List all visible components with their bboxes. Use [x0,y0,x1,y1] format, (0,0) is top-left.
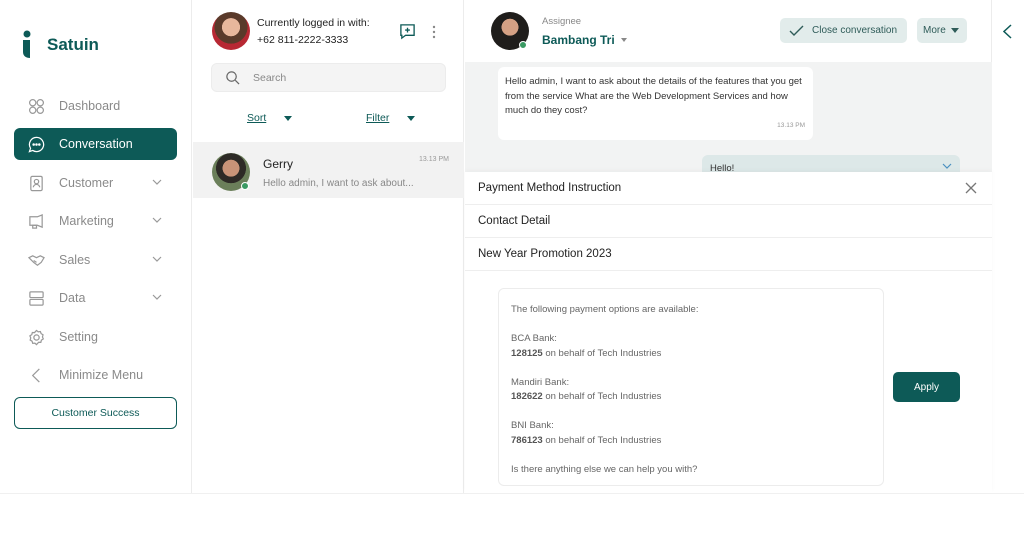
check-icon [789,25,804,36]
preview-intro: The following payment options are availa… [511,304,699,315]
more-label: More [923,25,946,36]
bank-name: BCA Bank: [511,333,557,344]
chevron-down-icon[interactable] [151,176,163,188]
message-time: 13.13 PM [777,121,805,129]
sidebar-item-label: Sales [59,253,91,267]
more-vertical-icon[interactable] [431,24,437,40]
caret-down-icon [284,115,293,121]
assignee-name: Bambang Tri [542,33,615,47]
template-item[interactable]: New Year Promotion 2023 [465,238,992,271]
sidebar-item-label: Customer [59,176,114,190]
close-conversation-button[interactable]: Close conversation [780,18,907,43]
search-input[interactable]: Search [211,63,446,92]
chevron-down-icon[interactable] [151,291,163,303]
sidebar-item-setting[interactable]: Setting [14,321,177,353]
sidebar-item-label: Setting [59,330,98,344]
filter-dropdown[interactable]: Filter [366,112,416,124]
server-icon [29,290,44,306]
sidebar: Satuin Dashboard Conversation Customer M… [0,0,192,493]
incoming-message: Hello admin, I want to ask about the det… [498,67,813,140]
sidebar-item-data[interactable]: Data [14,282,177,314]
chevron-down-icon[interactable] [151,214,163,226]
chat-bubble-icon [28,136,45,153]
close-conversation-label: Close conversation [812,25,898,36]
megaphone-icon [29,213,43,229]
grid-icon [28,98,45,114]
template-panel: Payment Method Instruction Contact Detai… [465,172,992,493]
assignee-label: Assignee [542,16,582,27]
template-item[interactable]: Payment Method Instruction [465,172,992,205]
filter-label: Filter [366,112,390,124]
logged-in-label: Currently logged in with: [257,17,370,29]
close-icon[interactable] [965,182,977,194]
caret-down-icon [407,115,416,121]
new-chat-icon[interactable] [399,23,416,40]
caret-down-icon [620,38,627,42]
bank-account: 128125 on behalf of Tech Industries [511,347,662,359]
search-icon [226,71,240,85]
chevron-left-icon[interactable] [1003,24,1012,39]
bank-name: Mandiri Bank: [511,376,570,388]
sort-label: Sort [247,112,267,124]
sidebar-item-label: Minimize Menu [59,368,144,382]
message-area: Hello admin, I want to ask about the det… [465,62,992,172]
gear-icon [29,329,45,345]
assignee-dropdown[interactable]: Bambang Tri [542,33,627,47]
sidebar-item-customer[interactable]: Customer [14,167,177,199]
caret-down-icon [950,28,959,33]
conversation-list-panel: Currently logged in with: +62 811-2222-3… [193,0,464,493]
search-placeholder: Search [253,71,287,84]
divider [0,493,1024,494]
message-preview: Hello admin, I want to ask about... [263,178,414,189]
message-text: Hello! [710,163,735,172]
handshake-icon [28,254,45,266]
sidebar-item-minimize-menu[interactable]: Minimize Menu [14,359,177,391]
template-title: Contact Detail [478,215,551,227]
template-preview: The following payment options are availa… [498,288,884,486]
sidebar-item-label: Data [59,291,86,305]
bank-name: BNI Bank: [511,420,554,431]
customer-success-button[interactable]: Customer Success [14,397,177,429]
message-text: Hello admin, I want to ask about the det… [505,76,802,116]
bank-account: 182622 on behalf of Tech Industries [511,391,662,402]
contact-book-icon [30,175,43,191]
template-item[interactable]: Contact Detail [465,205,992,238]
sidebar-item-marketing[interactable]: Marketing [14,205,177,237]
logo-icon [23,30,31,58]
sort-dropdown[interactable]: Sort [247,112,293,124]
sidebar-item-conversation[interactable]: Conversation [14,128,177,160]
preview-outro: Is there anything else we can help you w… [511,463,698,475]
user-avatar[interactable] [212,12,250,50]
contact-name: Gerry [263,157,293,171]
message-time: 13.13 PM [419,156,449,163]
sidebar-item-label: Marketing [59,214,114,228]
sidebar-item-label: Dashboard [59,99,121,113]
bank-account: 786123 on behalf of Tech Industries [511,434,662,446]
online-status-dot [519,41,527,49]
sidebar-item-label: Conversation [59,137,133,151]
online-status-dot [241,182,249,190]
conversation-list-item[interactable]: Gerry Hello admin, I want to ask about..… [193,142,464,198]
logged-in-phone: +62 811-2222-3333 [257,34,349,46]
chevron-down-icon[interactable] [942,163,952,170]
outgoing-message: Hello! [702,155,960,172]
chevron-left-icon [31,367,40,383]
chat-panel: Assignee Bambang Tri Close conversation … [465,0,992,493]
template-title: New Year Promotion 2023 [478,248,612,260]
sidebar-item-sales[interactable]: Sales [14,244,177,276]
template-title: Payment Method Instruction [478,182,622,194]
apply-button[interactable]: Apply [893,372,960,402]
chevron-down-icon[interactable] [151,253,163,265]
brand-name: Satuin [47,35,99,54]
more-button[interactable]: More [917,18,967,43]
sidebar-item-dashboard[interactable]: Dashboard [14,90,177,122]
